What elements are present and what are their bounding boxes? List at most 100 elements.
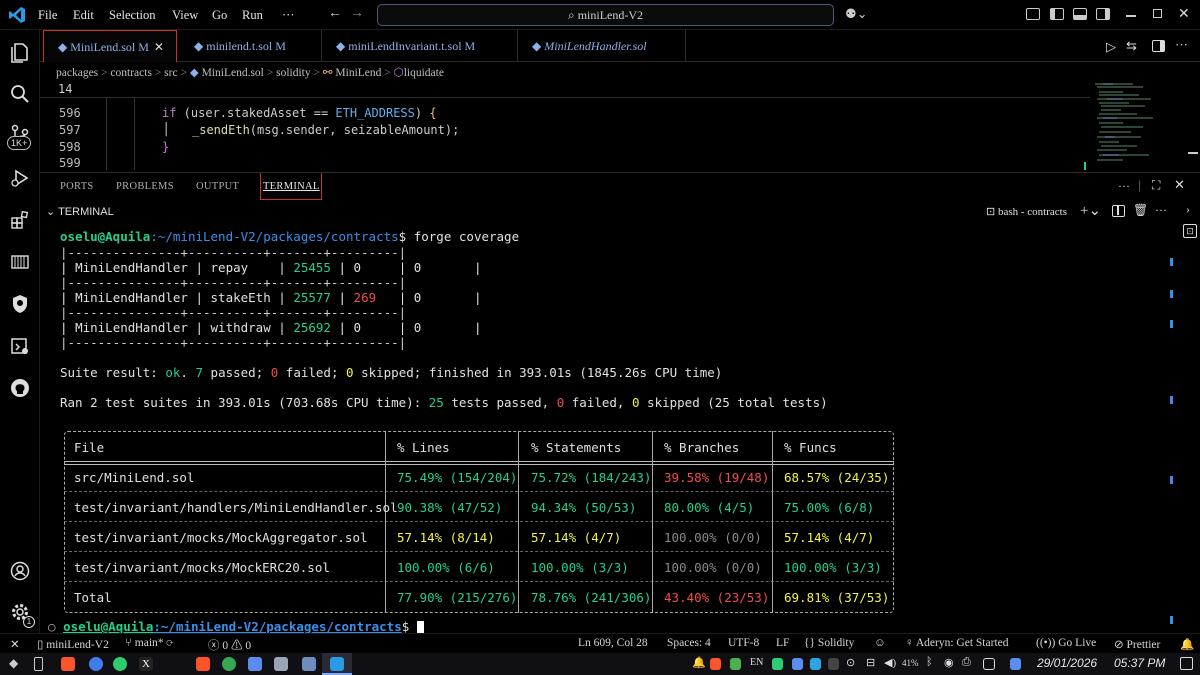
breadcrumb-item[interactable]: packages: [56, 67, 98, 79]
bluetooth-icon[interactable]: ᛒ: [926, 656, 933, 668]
terminal-more-icon[interactable]: ···: [1155, 203, 1167, 218]
tray-app-icon[interactable]: [730, 658, 741, 670]
tab-problems[interactable]: PROBLEMS: [116, 181, 174, 192]
panel-more-icon[interactable]: ···: [1118, 179, 1130, 194]
breadcrumb-item[interactable]: solidity: [276, 67, 311, 79]
printer-icon[interactable]: ⎙: [962, 656, 971, 669]
menu-edit[interactable]: Edit: [73, 8, 94, 23]
terminal-app-icon[interactable]: [302, 657, 316, 671]
vscode-icon[interactable]: [8, 6, 26, 24]
problems-indicator[interactable]: ⓧ 0 ⚠ 0: [208, 637, 251, 653]
bell-icon[interactable]: 🔔: [692, 656, 706, 669]
terminal-section-header[interactable]: ⌄ TERMINAL: [46, 205, 114, 218]
date[interactable]: 29/01/2026: [1037, 656, 1097, 670]
code-line[interactable]: }: [162, 140, 169, 154]
extensions-icon[interactable]: [8, 208, 32, 232]
settings-app-icon[interactable]: [274, 657, 288, 671]
close-tab-icon[interactable]: ✕: [154, 40, 164, 54]
split-editor-icon[interactable]: [1152, 40, 1165, 52]
copilot-status-icon[interactable]: ☺: [874, 637, 886, 649]
testing-icon[interactable]: [8, 334, 32, 358]
trash-icon[interactable]: 🗑: [1133, 203, 1148, 218]
menu-file[interactable]: File: [38, 8, 57, 23]
tray-app-icon-3[interactable]: [792, 658, 803, 670]
tab-output[interactable]: OUTPUT: [196, 181, 239, 192]
code-line[interactable]: _sendEth(msg.sender, seizableAmount);: [192, 123, 459, 137]
remote-explorer-icon[interactable]: [8, 292, 32, 316]
language-mode[interactable]: {} Solidity: [804, 637, 854, 649]
chevron-right-icon[interactable]: ›: [1186, 202, 1190, 217]
workspace-indicator[interactable]: ▯ miniLend-V2: [37, 637, 109, 651]
tab-minilend-handler[interactable]: ◆ MiniLendHandler.sol: [518, 30, 686, 62]
telegram-icon[interactable]: [810, 658, 821, 670]
encoding[interactable]: UTF-8: [728, 637, 759, 649]
phone-icon[interactable]: [34, 657, 43, 671]
account-icon[interactable]: [8, 559, 32, 583]
aderyn-status[interactable]: ♀ Aderyn: Get Started: [905, 637, 1009, 649]
terminal-tab-icon[interactable]: ⊡: [1183, 224, 1197, 238]
menu-run[interactable]: Run: [242, 8, 263, 23]
breadcrumb-item[interactable]: src: [164, 67, 177, 79]
menu-selection[interactable]: Selection: [109, 8, 156, 23]
branch-indicator[interactable]: ⑂ main* ⟳: [125, 637, 173, 649]
time[interactable]: 05:37 PM: [1114, 656, 1165, 670]
volume-icon[interactable]: ◀): [884, 656, 896, 669]
breadcrumb-item[interactable]: MiniLend.sol: [202, 67, 264, 79]
cursor-position[interactable]: Ln 609, Col 28: [578, 637, 648, 649]
breadcrumb-item[interactable]: liquidate: [404, 67, 444, 79]
run-file-icon[interactable]: ▷: [1106, 39, 1116, 55]
tray-app-icon-4[interactable]: [828, 658, 839, 670]
terminal-instance[interactable]: ⊡ bash - contracts: [986, 205, 1067, 218]
search-icon[interactable]: [8, 82, 32, 106]
chrome-profile-icon[interactable]: [222, 657, 236, 671]
brave-tray-icon[interactable]: [710, 658, 721, 670]
minimize-icon[interactable]: [1126, 15, 1136, 17]
close-panel-icon[interactable]: ✕: [1174, 177, 1185, 193]
app-icon[interactable]: [113, 657, 127, 671]
explorer-icon[interactable]: [8, 40, 32, 64]
remote-icon[interactable]: ✕: [10, 637, 20, 651]
eol[interactable]: LF: [776, 637, 789, 649]
github-icon[interactable]: [8, 376, 32, 400]
x-icon[interactable]: X: [139, 657, 153, 671]
go-live[interactable]: ((•)) Go Live: [1036, 637, 1096, 649]
tab-minilend-sol[interactable]: ◆ MiniLend.sol M ✕: [43, 30, 177, 62]
prettier-status[interactable]: ⊘ Prettier: [1114, 637, 1160, 651]
breadcrumb-item[interactable]: MiniLend: [335, 67, 381, 79]
tab-terminal-frame[interactable]: TERMINAL: [260, 173, 322, 200]
code-line[interactable]: if (user.stakedAsset == ETH_ADDRESS) {: [162, 106, 437, 120]
tab-minilend-t-sol[interactable]: ◆ minilend.t.sol M: [180, 30, 322, 62]
tab-minilend-invariant[interactable]: ◆ miniLendInvariant.t.sol M: [322, 30, 518, 62]
command-center[interactable]: ⌕ miniLend-V2: [377, 4, 834, 26]
maximize-panel-icon[interactable]: ⛶: [1152, 178, 1160, 193]
minimap[interactable]: [1093, 80, 1157, 170]
more-actions-icon[interactable]: ···: [1175, 37, 1188, 53]
control-center-icon[interactable]: [983, 658, 995, 670]
vscode-app-icon[interactable]: [330, 657, 344, 671]
clipboard-icon[interactable]: ⊟: [866, 656, 875, 669]
toggle-secondary-sidebar-icon[interactable]: [1096, 8, 1110, 20]
back-arrow-icon[interactable]: ←: [328, 6, 342, 22]
forward-arrow-icon[interactable]: →: [350, 6, 364, 22]
restore-icon[interactable]: [1153, 9, 1162, 18]
breadcrumb-item[interactable]: contracts: [110, 67, 152, 79]
solidity-icon[interactable]: [8, 250, 32, 274]
tray-app-icon-2[interactable]: [772, 658, 783, 670]
copilot-icon[interactable]: ⚉⌄: [845, 6, 868, 22]
brave-browser-icon[interactable]: [61, 657, 75, 671]
customize-layout-icon[interactable]: [1026, 8, 1040, 20]
toggle-panel-icon[interactable]: [1073, 8, 1087, 20]
tab-terminal[interactable]: TERMINAL: [263, 181, 320, 192]
close-window-icon[interactable]: ✕: [1178, 6, 1190, 23]
tray-app-icon-5[interactable]: [1010, 658, 1021, 670]
apple-logo-icon[interactable]: ◆: [9, 656, 18, 671]
keyboard-language[interactable]: EN: [750, 657, 763, 668]
menu-more[interactable]: ···: [282, 8, 295, 23]
wifi-icon[interactable]: ◉: [944, 656, 954, 669]
chrome-icon[interactable]: [89, 657, 103, 671]
show-desktop-icon[interactable]: [1180, 657, 1193, 670]
compare-changes-icon[interactable]: ⇆: [1126, 38, 1137, 54]
run-debug-icon[interactable]: [8, 166, 32, 190]
files-icon[interactable]: [248, 657, 262, 671]
menu-view[interactable]: View: [172, 8, 198, 23]
